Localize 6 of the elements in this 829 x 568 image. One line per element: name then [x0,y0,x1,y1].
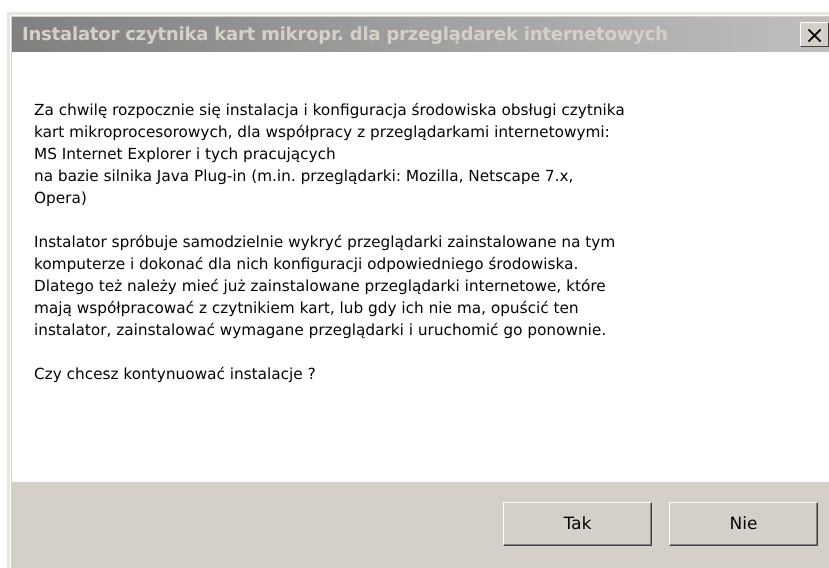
close-button[interactable]: × [800,22,829,47]
dialog-button[interactable]: Tak [503,502,652,546]
message-paragraph: Za chwilę rozpocznie się instalacja i konfiguracja środowiska obsługi czytnika kart mikroprocesorowych, dla współpracy z przeglądarkami internetowymi: MS Internet Explorer i tych pracujących na bazie silnika Java Plug-in (m.in. przeglądarki: Mozilla, Netscape 7.x, Opera) [34,100,626,209]
dialog-button[interactable]: Nie [669,502,818,546]
message-paragraph: Instalator spróbuje samodzielnie wykryć przeglądarki zainstalowane na tym komputerze i dokonać dla nich konfiguracji odpowiedniego środowiska. Dlatego też należy mieć już zainstalowane przeglądarki internetowe, które mają współpracować z czytnikiem kart, lub gdy ich nie ma, opuścić ten instalator, zainstalować wymagane przeglądarki i uruchomić go ponownie. [34,232,616,341]
message-paragraph: Czy chcesz kontynuować instalacje ? [34,364,317,385]
